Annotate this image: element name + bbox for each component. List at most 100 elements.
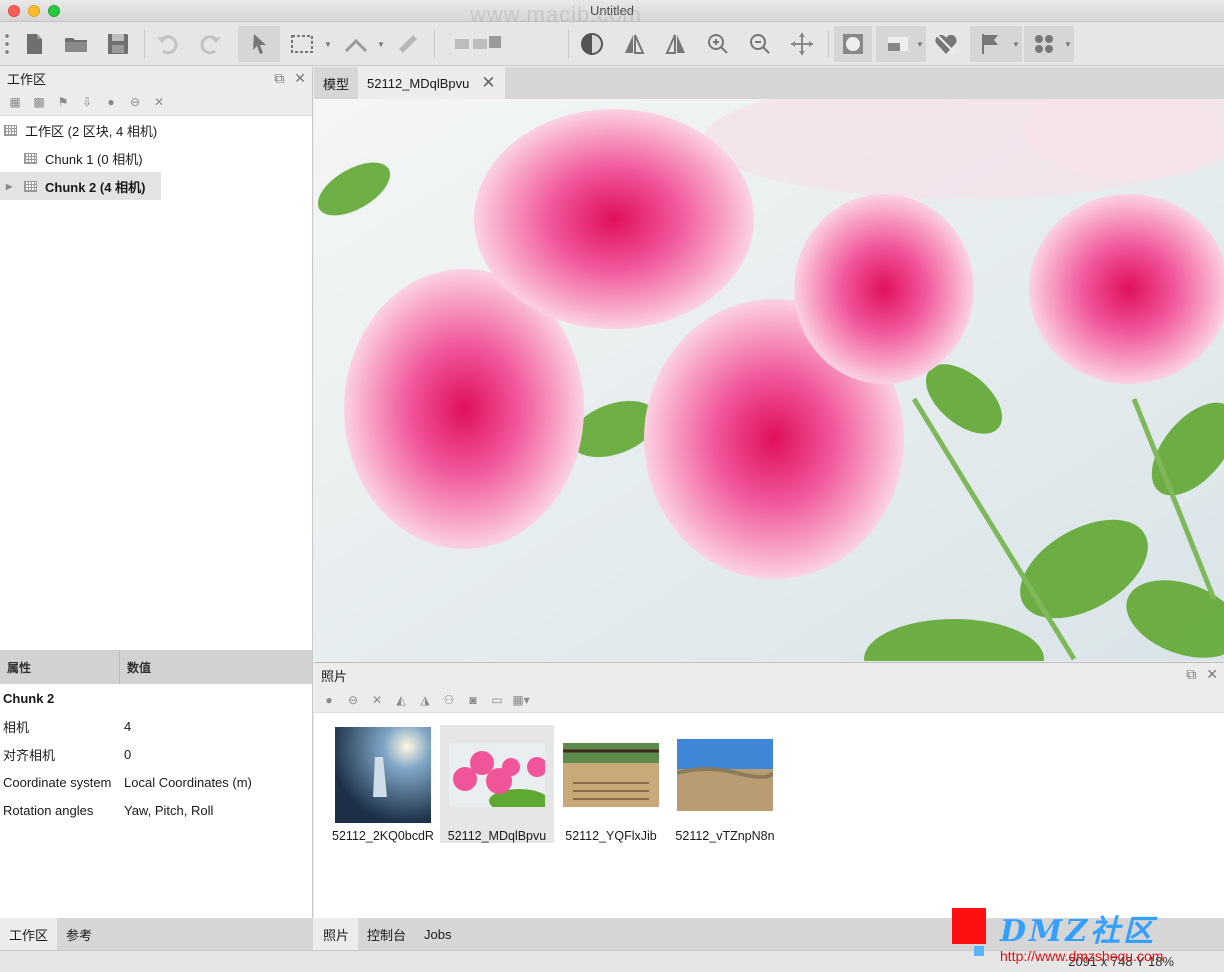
tree-item-chunk-1[interactable]: Chunk 1 (0 相机) (0, 144, 312, 172)
move-icon[interactable] (784, 28, 820, 60)
open-folder-icon[interactable] (58, 28, 94, 60)
workspace-tree-icon (4, 124, 17, 136)
tab-photo[interactable]: 52112_MDqlBpvu ✕ (358, 67, 505, 99)
properties-panel: 属性 数值 Chunk 2 相机 4 对齐相机 0 Coordinate sys… (0, 650, 313, 918)
thumbnail-caption: 52112_YQFlxJib (565, 829, 657, 843)
plane-icon[interactable] (880, 28, 916, 60)
value-column-header[interactable]: 数值 (120, 650, 151, 684)
add-marker-icon[interactable]: ⚑ (54, 93, 72, 111)
photos-panel: 照片 ⧉ ✕ ● ⊖ ✕ ◭ ◮ ⚇ ◙ ▭ ▦▾ 52112_2KQ0bcdR… (314, 662, 1224, 918)
title-bar: Untitled www.macjb.com (0, 0, 1224, 27)
mirror-icon[interactable] (616, 28, 652, 60)
import-icon[interactable]: ⇩ (78, 93, 96, 111)
photos-panel-title: 照片 (321, 668, 348, 684)
property-row: 对齐相机 0 (0, 740, 312, 768)
watermark-url: http://www.dmzshequ.com (1000, 948, 1164, 964)
tab-jobs[interactable]: Jobs (415, 918, 460, 950)
main-toolbar: ▼ ▼ ▼ ▼ ▼ (0, 22, 1224, 66)
tree-item-workspace[interactable]: 工作区 (2 区块, 4 相机) (0, 116, 312, 144)
watermark-logo-dot (974, 946, 984, 956)
property-value: Local Coordinates (m) (124, 774, 252, 790)
remove-camera-icon[interactable]: ✕ (368, 691, 386, 709)
workspace-toolbar: ▦ ▩ ⚑ ⇩ ● ⊖ ✕ (0, 89, 312, 116)
disable-camera-icon[interactable]: ⊖ (344, 691, 362, 709)
photos-panel-header: 照片 ⧉ ✕ (314, 663, 1224, 687)
tree-item-label: 工作区 (2 区块, 4 相机) (25, 123, 158, 139)
property-row: Chunk 2 (0, 684, 312, 712)
watermark-logo-square (952, 908, 986, 944)
zoom-out-icon[interactable] (742, 28, 778, 60)
photo-viewer[interactable] (314, 99, 1224, 661)
thumbnail-caption: 52112_2KQ0bcdR (332, 829, 434, 843)
heart-shape-icon[interactable] (928, 28, 964, 60)
workspace-panel-header: 工作区 ⧉ ✕ (0, 67, 312, 89)
tab-label: 模型 (323, 76, 350, 92)
photos-toolbar: ● ⊖ ✕ ◭ ◮ ⚇ ◙ ▭ ▦▾ (314, 687, 1224, 713)
rectangle-select-icon[interactable] (284, 28, 320, 60)
binoculars-icon[interactable]: ⚇ (440, 691, 458, 709)
rotate-right-icon[interactable]: ◮ (416, 691, 434, 709)
thumbnail-image (677, 727, 773, 823)
thumbnail-caption: 52112_vTZnpN8n (675, 829, 775, 843)
shape-icon[interactable] (835, 28, 871, 60)
properties-header: 属性 数值 (0, 650, 312, 684)
tree-item-chunk-2[interactable]: ▶ Chunk 2 (4 相机) (0, 172, 161, 200)
grid-dots-icon[interactable] (1026, 28, 1062, 60)
property-column-header[interactable]: 属性 (0, 650, 120, 684)
property-row: Rotation angles Yaw, Pitch, Roll (0, 796, 312, 824)
photo-thumbnail[interactable]: 52112_vTZnpN8n (668, 725, 782, 843)
add-chunk-icon[interactable]: ▦ (6, 93, 24, 111)
mask-icon[interactable]: ◙ (464, 691, 482, 709)
tab-model[interactable]: 模型 (314, 67, 358, 99)
thumbnail-image (335, 727, 431, 823)
photo-thumbnail[interactable]: 52112_MDqlBpvu (440, 725, 554, 843)
tab-console[interactable]: 控制台 (358, 918, 415, 950)
eraser-icon[interactable]: ▭ (488, 691, 506, 709)
property-value: 0 (124, 746, 132, 762)
workspace-panel: 工作区 ⧉ ✕ ▦ ▩ ⚑ ⇩ ● ⊖ ✕ 工作区 (2 区块, 4 相机) C… (0, 67, 313, 650)
redo-icon[interactable] (192, 28, 228, 60)
close-panel-icon[interactable]: ✕ (1206, 666, 1218, 683)
thumbnail-caption: 52112_MDqlBpvu (447, 829, 547, 843)
tab-reference[interactable]: 参考 (57, 918, 101, 950)
photo-thumbnails: 52112_2KQ0bcdR 52112_MDqlBpvu 52112_YQFl… (314, 713, 1224, 843)
property-key: Chunk 2 (3, 690, 55, 706)
rose-photo (314, 99, 1224, 661)
contrast-icon[interactable] (574, 28, 610, 60)
enable-icon[interactable]: ● (102, 93, 120, 111)
tab-photos[interactable]: 照片 (314, 918, 359, 950)
select-arrow-icon[interactable] (241, 28, 277, 60)
new-document-icon[interactable] (16, 28, 52, 60)
disable-icon[interactable]: ⊖ (126, 93, 144, 111)
float-panel-icon[interactable]: ⧉ (1186, 666, 1196, 683)
toolbar-grip[interactable] (5, 32, 9, 56)
thumbnail-image (449, 727, 545, 823)
close-tab-icon[interactable]: ✕ (481, 73, 495, 93)
float-panel-icon[interactable]: ⧉ (274, 70, 284, 87)
zoom-in-icon[interactable] (700, 28, 736, 60)
photo-thumbnail[interactable]: 52112_YQFlxJib (554, 725, 668, 843)
rotate-left-icon[interactable]: ◭ (392, 691, 410, 709)
reset-view-icon[interactable] (444, 28, 514, 60)
photo-thumbnail[interactable]: 52112_2KQ0bcdR (326, 725, 440, 843)
tab-workspace[interactable]: 工作区 (0, 918, 58, 950)
remove-icon[interactable]: ✕ (150, 93, 168, 111)
save-icon[interactable] (100, 28, 136, 60)
add-photos-icon[interactable]: ▩ (30, 93, 48, 111)
watermark-brand: DMZ社区 (1000, 914, 1157, 949)
left-bottom-tabs: 工作区 参考 (0, 918, 313, 950)
navigation-icon[interactable] (338, 28, 374, 60)
property-key: Rotation angles (3, 802, 94, 818)
tree-item-label: Chunk 2 (4 相机) (45, 179, 146, 195)
flag-icon[interactable] (972, 28, 1008, 60)
property-key: Coordinate system (3, 774, 112, 790)
expand-arrow-icon[interactable]: ▶ (6, 182, 12, 191)
ruler-icon[interactable] (390, 28, 426, 60)
mirror-alt-icon[interactable] (658, 28, 694, 60)
enable-camera-icon[interactable]: ● (320, 691, 338, 709)
close-panel-icon[interactable]: ✕ (294, 70, 306, 87)
site-watermark: DMZ社区 http://www.dmzshequ.com (952, 906, 1224, 972)
undo-icon[interactable] (150, 28, 186, 60)
view-mode-icon[interactable]: ▦▾ (512, 691, 530, 709)
property-row: 相机 4 (0, 712, 312, 740)
